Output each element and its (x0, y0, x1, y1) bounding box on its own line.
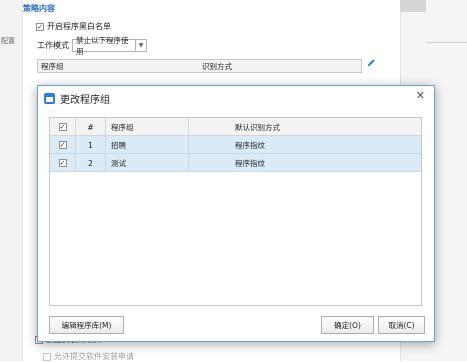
row-checkbox-cell: ✓ (50, 136, 76, 154)
divider (426, 42, 467, 43)
change-program-group-dialog: 更改程序组 ✕ ✓ # 程序组 默认识别方式 ✓ 1 招聘 程序指纹 ✓ 2 测… (37, 85, 435, 342)
app-icon (44, 93, 55, 104)
column-header-group: 程序组 (41, 61, 64, 71)
row-group-name: 测试 (106, 154, 189, 172)
dialog-title-bar: 更改程序组 (44, 91, 110, 106)
row-number: 2 (76, 154, 106, 172)
work-mode-select[interactable]: 禁止以下程序使用 ▼ (72, 36, 147, 56)
grid-header-row: ✓ # 程序组 默认识别方式 (50, 118, 421, 136)
program-group-table-header: 程序组 识别方式 (37, 59, 362, 73)
select-all-cell: ✓ (50, 118, 76, 136)
chevron-down-icon[interactable]: ▼ (136, 39, 147, 52)
enable-whitelist-option[interactable]: ✓ 开启程序黑白名单 (36, 21, 111, 32)
pencil-edit-icon[interactable] (367, 58, 376, 67)
scrollbar-thumb[interactable] (400, 0, 426, 12)
work-mode-row: 工作模式 禁止以下程序使用 ▼ (37, 36, 147, 56)
program-group-grid: ✓ # 程序组 默认识别方式 ✓ 1 招聘 程序指纹 ✓ 2 测试 程序指纹 (49, 117, 422, 306)
work-mode-value[interactable]: 禁止以下程序使用 (72, 36, 136, 56)
row-group-name: 招聘 (106, 136, 189, 154)
left-nav-label[interactable]: 配置 (1, 36, 15, 46)
table-row[interactable]: ✓ 2 测试 程序指纹 (50, 154, 421, 172)
work-mode-label: 工作模式 (37, 41, 69, 50)
row-checkbox-cell: ✓ (50, 154, 76, 172)
row-checkbox[interactable]: ✓ (58, 159, 67, 167)
row-checkbox[interactable]: ✓ (58, 141, 67, 149)
close-icon[interactable]: ✕ (416, 89, 425, 102)
row-recognition: 程序指纹 (235, 158, 265, 168)
row-recognition: 程序指纹 (235, 140, 265, 150)
enable-whitelist-checkbox[interactable]: ✓ (36, 22, 44, 31)
section-title: 策略内容 (23, 4, 55, 13)
allow-install-request-checkbox[interactable] (43, 352, 51, 361)
cancel-button[interactable]: 取消(C) (378, 316, 425, 334)
select-all-checkbox[interactable]: ✓ (58, 123, 67, 131)
edit-program-library-button[interactable]: 编辑程序库(M) (49, 316, 124, 334)
table-row[interactable]: ✓ 1 招聘 程序指纹 (50, 136, 421, 154)
left-nav-strip (0, 0, 23, 361)
allow-install-request-option[interactable]: 允许提交软件安装申请 (43, 351, 134, 362)
dialog-title: 更改程序组 (60, 95, 110, 106)
column-header-group[interactable]: 程序组 (106, 118, 189, 136)
column-header-recognition: 识别方式 (202, 61, 232, 71)
row-number: 1 (76, 136, 106, 154)
ok-button[interactable]: 确定(O) (321, 316, 374, 334)
column-header-recognition[interactable]: 默认识别方式 (189, 118, 421, 136)
enable-whitelist-label: 开启程序黑白名单 (47, 22, 111, 31)
allow-install-request-label: 允许提交软件安装申请 (54, 352, 134, 361)
column-header-number: # (76, 118, 106, 136)
